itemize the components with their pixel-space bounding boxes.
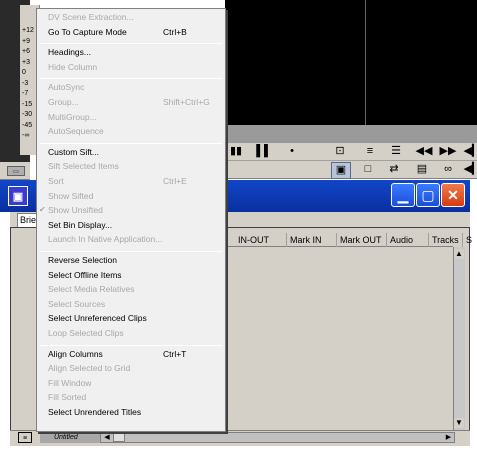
menu-item: Group... xyxy=(48,97,79,107)
menu-item: Sift Selected Items xyxy=(48,161,119,172)
transport-button-icon[interactable]: ◀◀ xyxy=(415,144,433,159)
tool-button-icon[interactable]: ▤ xyxy=(413,162,431,177)
transport-button-icon[interactable]: • xyxy=(283,144,301,159)
meter-scale-label: 0 xyxy=(22,69,26,76)
column-header-tracks[interactable]: Tracks xyxy=(429,233,463,247)
monitor-divider xyxy=(365,0,366,125)
menu-item: DV Scene Extraction... xyxy=(48,12,134,22)
menu-separator xyxy=(40,142,222,144)
transport-button-icon[interactable]: ◀▎ xyxy=(463,144,477,159)
bin-app-icon[interactable]: ▣ xyxy=(8,186,28,206)
menu-item[interactable]: Headings... xyxy=(48,47,91,57)
meter-scale-label: +9 xyxy=(22,37,30,45)
menu-item[interactable]: Custom Sift... xyxy=(48,147,99,157)
menu-item: Fill Window xyxy=(48,377,92,388)
column-header-in-out[interactable]: IN-OUT xyxy=(235,233,287,247)
menu-item: AutoSequence xyxy=(48,126,104,137)
menu-item: Show Sifted xyxy=(48,190,94,201)
meter-scale-label: +12 xyxy=(22,27,34,34)
tool-button-icon[interactable]: □ xyxy=(359,162,377,177)
menu-item: Show Unsifted xyxy=(48,205,103,216)
menu-item-shortcut: Shift+Ctrl+G xyxy=(163,97,210,107)
menu-item[interactable]: Select Unreferenced Clips xyxy=(48,313,147,323)
scroll-right-arrow-icon[interactable]: ▶ xyxy=(443,433,454,442)
meter-scale-label: -7 xyxy=(22,90,29,97)
meter-scale-label: +6 xyxy=(22,48,30,55)
bin-name-field: Untitled xyxy=(40,432,100,443)
menu-item[interactable]: Set Bin Display... xyxy=(48,220,112,230)
column-header-mark-in[interactable]: Mark IN xyxy=(287,233,337,247)
menu-item: Align Selected to Grid xyxy=(48,363,131,374)
menu-item: Launch In Native Application... xyxy=(48,234,163,245)
maximize-button[interactable]: ▢ xyxy=(416,183,440,207)
menu-item: Select Media Relatives xyxy=(48,284,135,295)
menu-item: Sort xyxy=(48,176,64,186)
transport-button-icon[interactable]: ≡ xyxy=(361,144,379,159)
tool-button-icon[interactable]: ⇄ xyxy=(385,162,403,177)
transport-button-icon[interactable]: ⊡ xyxy=(331,144,349,159)
menu-item: MultiGroup... xyxy=(48,111,97,122)
menu-item[interactable]: Reverse Selection xyxy=(48,255,117,265)
menu-separator xyxy=(40,251,222,252)
meter-scale-label: -15 xyxy=(22,100,33,108)
menu-separator xyxy=(40,344,222,346)
column-header-row: IN-OUT Mark IN Mark OUT Audio SR Tracks … xyxy=(225,233,472,259)
column-header-mark-out[interactable]: Mark OUT xyxy=(337,233,387,247)
meter-scale-label: -3 xyxy=(22,79,29,87)
column-header-audio-sr[interactable]: Audio SR xyxy=(387,233,429,259)
transport-toolbar: ▮▮ ▌▌ • ⊡ ≡ ☰ ◀◀ ▶▶ ◀▎ xyxy=(225,143,477,161)
menu-item[interactable]: Go To Capture Mode xyxy=(48,27,127,37)
timeline-band xyxy=(225,125,477,143)
transport-button-icon[interactable]: ☰ xyxy=(387,144,405,159)
horizontal-scrollbar[interactable] xyxy=(100,432,455,443)
menu-item: Fill Sorted xyxy=(48,392,87,403)
menu-item[interactable]: Select Offline Items xyxy=(48,270,122,280)
checkmark-icon: ✔ xyxy=(39,205,46,215)
menu-separator xyxy=(40,78,222,80)
bin-list-area[interactable] xyxy=(225,247,453,430)
monitor-area xyxy=(225,0,477,125)
menu-separator xyxy=(40,43,222,45)
menu-item: AutoSync xyxy=(48,82,85,93)
menu-item-shortcut: Ctrl+T xyxy=(163,348,187,359)
meter-scale-label: -∞ xyxy=(22,132,30,139)
menu-item-shortcut: Ctrl+E xyxy=(163,176,187,186)
horizontal-scroll-thumb[interactable] xyxy=(113,433,125,442)
menu-item[interactable]: Align Columns xyxy=(48,349,103,359)
meter-scale-label: +3 xyxy=(22,58,30,66)
secondary-toolbar: ▣ □ ⇄ ▤ ∞ ◀▎ xyxy=(225,161,477,179)
menu-item: Select Sources xyxy=(48,298,106,309)
tool-button-icon[interactable]: ∞ xyxy=(439,162,457,177)
transport-button-icon[interactable]: ▌▌ xyxy=(255,144,273,159)
tool-button-icon[interactable]: ◀▎ xyxy=(463,162,477,177)
transport-button-icon[interactable]: ▮▮ xyxy=(227,144,245,159)
vertical-scrollbar[interactable] xyxy=(453,247,465,430)
transport-button-icon[interactable]: ▶▶ xyxy=(439,144,457,159)
tool-button-icon[interactable]: ▣ xyxy=(331,162,351,179)
minimize-button[interactable]: ▁ xyxy=(391,183,415,207)
bin-fast-menu-icon[interactable]: ≡ xyxy=(18,432,32,443)
scroll-up-arrow-icon[interactable]: ▲ xyxy=(454,249,464,259)
meter-scale-label: -45 xyxy=(22,121,33,129)
meter-scale-label: -30 xyxy=(22,111,33,118)
column-header-s[interactable]: S xyxy=(463,233,475,247)
menu-item-shortcut: Ctrl+B xyxy=(163,26,187,37)
scroll-down-arrow-icon[interactable]: ▼ xyxy=(454,418,464,428)
close-button[interactable]: ✕ xyxy=(441,183,465,207)
film-icon[interactable]: ▭ xyxy=(7,166,25,176)
scroll-left-arrow-icon[interactable]: ◀ xyxy=(101,433,113,442)
menu-item: Hide Column xyxy=(48,61,98,72)
menu-item: Loop Selected Clips xyxy=(48,328,124,338)
menu-item[interactable]: Select Unrendered Titles xyxy=(48,407,141,417)
